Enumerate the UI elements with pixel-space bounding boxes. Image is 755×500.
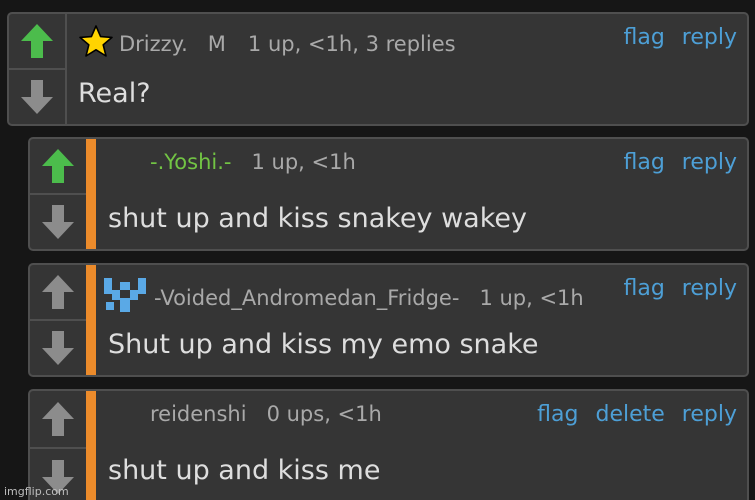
down-arrow-icon xyxy=(42,331,74,365)
comment-username[interactable]: reidenshi xyxy=(150,402,247,426)
down-arrow-icon xyxy=(42,205,74,239)
comment-text: shut up and kiss me xyxy=(108,455,381,486)
comment-meta: reidenshi 0 ups, <1h xyxy=(150,402,382,426)
down-arrow-icon xyxy=(21,80,53,114)
reply-accent-bar xyxy=(86,265,96,375)
star-icon xyxy=(79,25,113,62)
comment-username[interactable]: Drizzy. xyxy=(119,32,188,56)
vote-column xyxy=(30,265,86,375)
comment-meta: -.Yoshi.- 1 up, <1h xyxy=(150,150,356,174)
reply-accent-bar xyxy=(86,391,96,500)
reply-link[interactable]: reply xyxy=(682,150,737,175)
comment-thread: Drizzy. M 1 up, <1h, 3 replies flag repl… xyxy=(0,0,755,500)
up-arrow-icon xyxy=(42,402,74,436)
comment-card: Drizzy. M 1 up, <1h, 3 replies flag repl… xyxy=(7,12,749,126)
downvote-button[interactable] xyxy=(9,70,65,124)
comment-text: Shut up and kiss my emo snake xyxy=(108,329,539,360)
imgflip-watermark: imgflip.com xyxy=(4,485,69,498)
comment-meta: Drizzy. M 1 up, <1h, 3 replies xyxy=(79,25,456,62)
pixel-emblem-icon xyxy=(102,276,148,319)
downvote-button[interactable] xyxy=(30,321,86,375)
delete-link[interactable]: delete xyxy=(595,402,664,427)
reply-card: reidenshi 0 ups, <1h flag delete reply s… xyxy=(28,389,749,500)
upvote-button[interactable] xyxy=(9,14,65,70)
reply-card: -Voided_Andromedan_Fridge- 1 up, <1h fla… xyxy=(28,263,749,377)
comment-text: shut up and kiss snakey wakey xyxy=(108,203,527,234)
comment-text: Real? xyxy=(78,78,151,109)
flag-link[interactable]: flag xyxy=(623,150,664,175)
flag-link[interactable]: flag xyxy=(623,25,664,50)
vote-column xyxy=(30,391,86,500)
downvote-button[interactable] xyxy=(30,195,86,249)
comment-actions: flag reply xyxy=(613,276,737,301)
up-arrow-icon xyxy=(42,149,74,183)
comment-actions: flag delete reply xyxy=(527,402,737,427)
up-arrow-icon xyxy=(42,275,74,309)
mod-badge: M xyxy=(207,31,226,56)
up-arrow-icon xyxy=(21,24,53,58)
flag-link[interactable]: flag xyxy=(537,402,578,427)
reply-card: -.Yoshi.- 1 up, <1h flag reply shut up a… xyxy=(28,137,749,251)
vote-column xyxy=(9,14,65,124)
upvote-button[interactable] xyxy=(30,391,86,449)
comment-actions: flag reply xyxy=(613,150,737,175)
comment-stats: 0 ups, <1h xyxy=(266,402,382,426)
comment-stats: 1 up, <1h, 3 replies xyxy=(247,31,456,56)
reply-link[interactable]: reply xyxy=(682,276,737,301)
reply-link[interactable]: reply xyxy=(682,25,737,50)
upvote-button[interactable] xyxy=(30,265,86,321)
flag-link[interactable]: flag xyxy=(623,276,664,301)
reply-link[interactable]: reply xyxy=(682,402,737,427)
upvote-button[interactable] xyxy=(30,139,86,195)
comment-username[interactable]: -Voided_Andromedan_Fridge- xyxy=(154,286,459,310)
comment-actions: flag reply xyxy=(613,25,737,50)
comment-meta: -Voided_Andromedan_Fridge- 1 up, <1h xyxy=(102,276,584,319)
reply-accent-bar xyxy=(86,139,96,249)
comment-stats: 1 up, <1h xyxy=(479,285,584,310)
vote-divider xyxy=(65,14,67,124)
comment-stats: 1 up, <1h xyxy=(251,150,356,174)
comment-username[interactable]: -.Yoshi.- xyxy=(150,150,231,174)
vote-column xyxy=(30,139,86,249)
